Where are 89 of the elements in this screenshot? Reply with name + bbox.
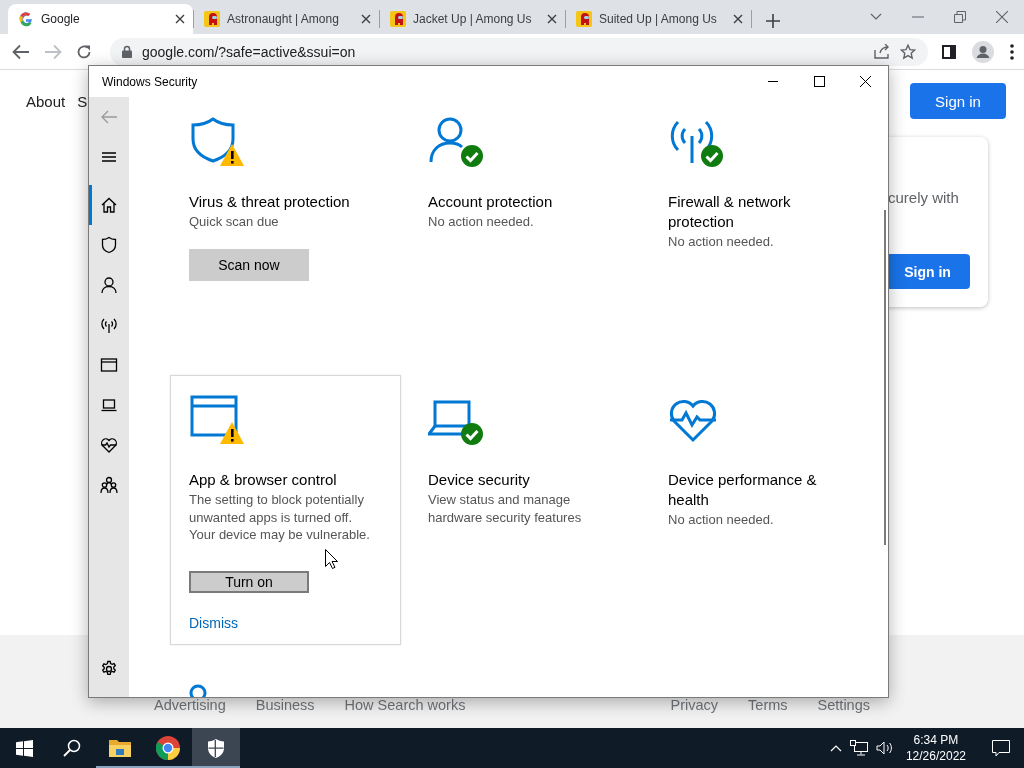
shield-icon <box>100 236 118 254</box>
antenna-icon <box>100 316 118 334</box>
action-button[interactable]: Turn on <box>189 570 309 593</box>
tile-description: View status and manage hardware security features <box>428 491 583 526</box>
tile-card[interactable]: Firewall & network protection No action needed. <box>649 97 881 367</box>
person-icon <box>100 276 118 294</box>
close-icon[interactable] <box>547 14 557 24</box>
tile-title: Device security <box>428 470 530 490</box>
favicon-icon <box>18 11 34 27</box>
browser-tab[interactable]: Jacket Up | Among Us <box>380 4 565 34</box>
restore-icon[interactable] <box>954 11 966 23</box>
back-icon[interactable] <box>12 43 30 60</box>
browser-window-icon <box>100 356 118 374</box>
family-icon <box>100 476 118 494</box>
tile-title: Firewall & network protection <box>668 192 792 232</box>
browser-icon <box>156 736 180 760</box>
tile-card[interactable]: Device security View status and manage hardware security features <box>409 375 641 645</box>
favicon-icon <box>204 11 220 27</box>
tile-title: Virus & threat protection <box>189 192 350 212</box>
antenna-icon <box>670 120 714 165</box>
tile-card[interactable]: Virus & threat protection Quick scan due Scan now <box>170 97 401 367</box>
tile-card[interactable]: Device performance & health No action needed. <box>649 375 881 645</box>
tile-title: Account protection <box>428 192 553 212</box>
clock[interactable]: 6:34 PM 12/26/2022 <box>905 732 966 764</box>
tile-title: App & browser control <box>189 470 337 490</box>
favicon-icon <box>576 11 592 27</box>
new-tab-icon[interactable] <box>766 14 780 28</box>
dismiss-link[interactable]: Dismiss <box>189 614 238 631</box>
clock-date: 12/26/2022 <box>905 748 966 764</box>
network-icon[interactable] <box>849 740 868 756</box>
profile-icon[interactable] <box>972 40 994 63</box>
tile-title: Device performance & health <box>668 470 818 510</box>
action-button[interactable]: Scan now <box>189 248 309 281</box>
tile-description: Quick scan due <box>189 213 279 231</box>
header-link[interactable]: S <box>77 92 88 110</box>
laptop-icon <box>100 396 118 414</box>
clock-time: 6:34 PM <box>913 732 959 748</box>
favicon-icon <box>390 11 406 27</box>
lock-icon <box>122 45 132 58</box>
tile-description: The setting to block potentially unwanted apps is turned off. Your device may be vulnerable. <box>189 491 371 544</box>
notification-icon[interactable] <box>992 739 1010 757</box>
settings-icon <box>100 660 118 678</box>
close-icon[interactable] <box>361 14 371 24</box>
heart-icon <box>100 436 118 454</box>
volume-icon[interactable] <box>875 741 894 755</box>
footer-link[interactable]: Business <box>255 697 315 713</box>
search-icon <box>63 739 81 757</box>
footer-link[interactable]: Settings <box>817 697 870 713</box>
address-bar[interactable]: google.com/?safe=active&ssui=on <box>110 37 928 66</box>
person-icon <box>429 117 463 163</box>
ring-icon <box>189 684 207 697</box>
home-icon <box>100 196 118 214</box>
scrollbar[interactable] <box>884 210 886 545</box>
tile-description: No action needed. <box>668 233 774 251</box>
card-text: curely with <box>888 189 960 206</box>
start-icon <box>15 739 33 757</box>
browser-tab[interactable]: Astronaught | Among <box>194 4 379 34</box>
footer-link[interactable]: Terms <box>748 697 788 713</box>
browser-tab[interactable]: Suited Up | Among Us <box>566 4 751 34</box>
tile-card[interactable]: Account protection No action needed. <box>409 97 641 367</box>
header-link[interactable]: About <box>26 92 66 110</box>
side-panel-icon[interactable] <box>942 44 956 59</box>
star-icon[interactable] <box>900 43 916 60</box>
sign-in-button[interactable]: Sign in <box>910 83 1006 119</box>
heart-icon <box>669 399 717 442</box>
close-icon[interactable] <box>733 14 743 24</box>
tile-card[interactable]: App & browser control The setting to block potentially unwanted apps is turned off. Your device may be vulnerable. Turn on Dismiss <box>170 375 401 645</box>
shield-icon <box>191 117 235 163</box>
maximize-icon[interactable] <box>813 76 825 87</box>
close-icon[interactable] <box>859 76 871 87</box>
close-icon[interactable] <box>175 14 185 24</box>
browser-tab[interactable]: Google <box>8 4 193 34</box>
more-icon[interactable] <box>1010 43 1014 60</box>
footer-link[interactable]: How Search works <box>344 697 466 713</box>
shield-icon <box>208 738 224 758</box>
browser-window-icon <box>190 395 238 437</box>
share-icon[interactable] <box>874 44 890 59</box>
footer-link[interactable]: Advertising <box>154 697 226 713</box>
taskbar-button[interactable] <box>192 728 240 768</box>
back-icon <box>100 108 118 126</box>
chevron-up-icon[interactable] <box>829 744 842 752</box>
tile-description: No action needed. <box>668 511 774 529</box>
window-title: Windows Security <box>102 74 199 89</box>
chevron-down-icon[interactable] <box>870 13 882 21</box>
folder-icon <box>109 739 131 757</box>
footer-link[interactable]: Privacy <box>670 697 719 713</box>
reload-icon[interactable] <box>76 43 92 60</box>
mouse-pointer-icon <box>325 549 338 569</box>
tile-description: No action needed. <box>428 213 534 231</box>
